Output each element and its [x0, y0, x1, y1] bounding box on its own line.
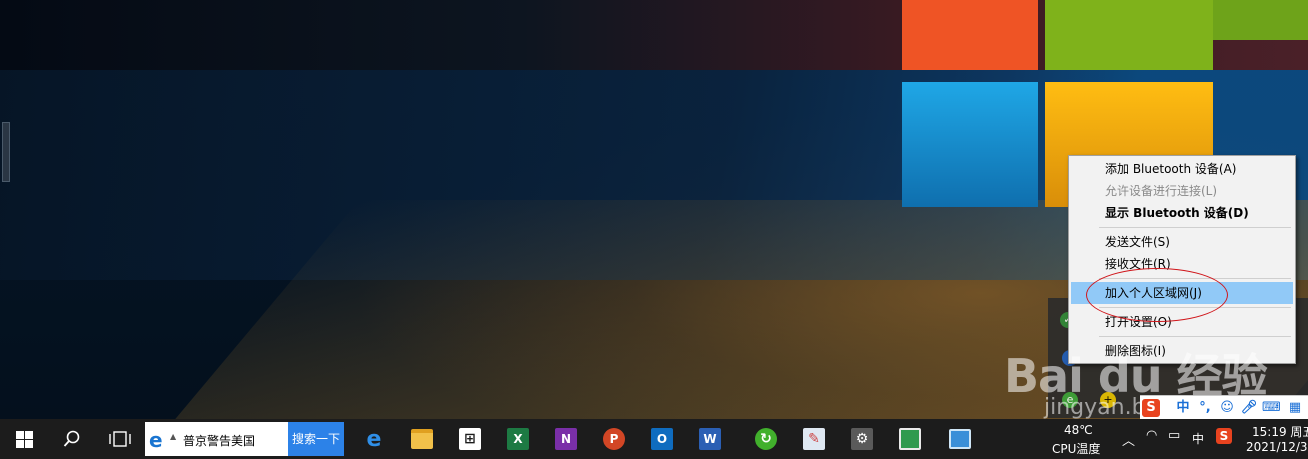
- screen-edge-handle[interactable]: [2, 122, 10, 182]
- clock-date[interactable]: 2021/12/3: [1246, 440, 1308, 454]
- sogou-logo-icon[interactable]: S: [1142, 399, 1160, 417]
- green-refresh-icon: ↻: [755, 428, 777, 450]
- store-icon: ⊞: [459, 428, 481, 450]
- microphone-icon[interactable]: 🎤︎: [1240, 399, 1258, 417]
- outlook-icon: O: [651, 428, 673, 450]
- taskbar-app-excel[interactable]: X: [494, 419, 542, 459]
- ime-toolbar: S 中 °, ☺ 🎤︎ ⌨ ▦: [1140, 395, 1308, 420]
- settings-icon: ⚙: [851, 428, 873, 450]
- dropdown-caret-icon[interactable]: ▲: [170, 432, 176, 441]
- onenote-icon: N: [555, 428, 577, 450]
- wallpaper-green-tile-edge: [1213, 0, 1308, 40]
- taskbar-app-settings[interactable]: ⚙: [838, 419, 886, 459]
- task-view-button[interactable]: [96, 419, 144, 459]
- ie-icon: e: [149, 428, 163, 452]
- edge-icon: e: [366, 426, 382, 452]
- cpu-temperature-value: 48℃: [1064, 423, 1093, 437]
- taskbar-app-image[interactable]: [886, 419, 934, 459]
- file-explorer-icon: [411, 429, 433, 449]
- annotation-ellipse: [1086, 268, 1228, 322]
- ime-indicator[interactable]: 中: [1192, 430, 1204, 447]
- search-input-text[interactable]: 普京警告美国: [183, 432, 255, 449]
- action-center-icon[interactable]: ▭: [1168, 428, 1180, 443]
- cpu-temperature-label: CPU温度: [1052, 442, 1101, 456]
- wifi-icon[interactable]: ◠: [1146, 428, 1157, 443]
- word-icon: W: [699, 428, 721, 450]
- taskbar-app-store[interactable]: ⊞: [446, 419, 494, 459]
- search-submit-button[interactable]: 搜索一下: [288, 422, 344, 456]
- wallpaper-blue-tile: [902, 82, 1038, 207]
- taskbar-app-screen[interactable]: [936, 419, 984, 459]
- menu-item-show-bluetooth-devices[interactable]: 显示 Bluetooth 设备(D): [1071, 202, 1293, 224]
- menu-item-add-bluetooth-device[interactable]: 添加 Bluetooth 设备(A): [1071, 158, 1293, 180]
- taskbar-app-green-refresh[interactable]: ↻: [742, 419, 790, 459]
- more-tools-icon[interactable]: ▦: [1286, 399, 1304, 417]
- menu-separator: [1099, 227, 1291, 228]
- search-icon: [63, 430, 80, 447]
- menu-separator: [1099, 336, 1291, 337]
- excel-icon: X: [507, 428, 529, 450]
- taskbar-app-powerpoint[interactable]: P: [590, 419, 638, 459]
- emoji-icon[interactable]: ☺: [1218, 399, 1236, 417]
- punctuation-icon[interactable]: °,: [1196, 399, 1214, 417]
- menu-item-allow-connection[interactable]: 允许设备进行连接(L): [1071, 180, 1293, 202]
- taskbar-app-word[interactable]: W: [686, 419, 734, 459]
- taskbar-app-onenote[interactable]: N: [542, 419, 590, 459]
- search-button[interactable]: [48, 419, 96, 459]
- ime-mode-label[interactable]: 中: [1174, 399, 1192, 417]
- windows-logo-icon: [15, 430, 33, 448]
- sogou-tray-icon[interactable]: S: [1216, 428, 1232, 444]
- show-hidden-icons-chevron-icon[interactable]: ︿: [1122, 430, 1135, 449]
- bluetooth-context-menu: 添加 Bluetooth 设备(A) 允许设备进行连接(L) 显示 Blueto…: [1068, 155, 1296, 364]
- taskbar-app-edge[interactable]: e: [350, 419, 398, 459]
- clock-time[interactable]: 15:19 周五: [1252, 423, 1308, 440]
- wallpaper-red-tile: [902, 0, 1038, 70]
- taskbar-app-paint[interactable]: ✎: [790, 419, 838, 459]
- taskbar-app-outlook[interactable]: O: [638, 419, 686, 459]
- menu-item-send-file[interactable]: 发送文件(S): [1071, 231, 1293, 253]
- taskbar-app-file-explorer[interactable]: [398, 419, 446, 459]
- image-app-icon: [899, 428, 921, 450]
- screen-app-icon: [949, 429, 971, 449]
- wallpaper-green-tile: [1045, 0, 1213, 70]
- keyboard-icon[interactable]: ⌨: [1262, 399, 1281, 417]
- paint-icon: ✎: [803, 428, 825, 450]
- start-button[interactable]: [0, 419, 48, 459]
- task-view-icon: [109, 431, 131, 447]
- powerpoint-icon: P: [603, 428, 625, 450]
